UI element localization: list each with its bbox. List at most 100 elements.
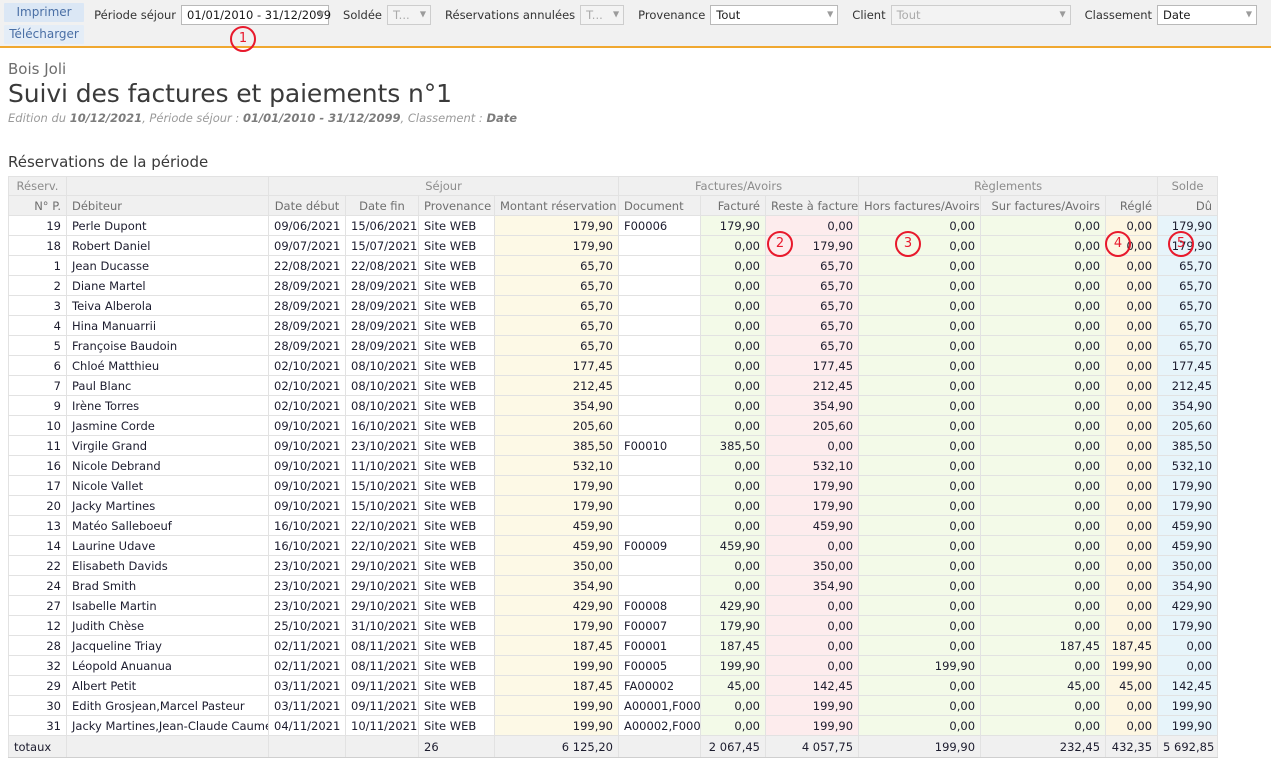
cell-montant-reservation: 177,45	[495, 356, 619, 376]
cell-facture: 0,00	[701, 256, 766, 276]
table-row[interactable]: 7Paul Blanc02/10/202108/10/2021Site WEB2…	[9, 376, 1218, 396]
table-row[interactable]: 13Matéo Salleboeuf16/10/202122/10/2021Si…	[9, 516, 1218, 536]
cell-regle: 0,00	[1106, 516, 1158, 536]
cell-sur-factures-avoirs: 0,00	[981, 576, 1106, 596]
table-row[interactable]: 6Chloé Matthieu02/10/202108/10/2021Site …	[9, 356, 1218, 376]
cell-facture: 0,00	[701, 316, 766, 336]
table-row[interactable]: 10Jasmine Corde09/10/202116/10/2021Site …	[9, 416, 1218, 436]
col-header-date-debut[interactable]: Date début	[269, 196, 346, 216]
table-row[interactable]: 5Françoise Baudoin28/09/202128/09/2021Si…	[9, 336, 1218, 356]
filter-provenance-select[interactable]: Tout ▼	[710, 5, 838, 25]
filter-classement-select[interactable]: Date ▼	[1157, 5, 1257, 25]
totals-hors: 199,90	[859, 736, 981, 758]
filter-periode-sejour-select[interactable]: 01/01/2010 - 31/12/2099 ▼	[181, 5, 329, 25]
section-title: Réservations de la période	[8, 153, 1263, 171]
page-title: Suivi des factures et paiements n°1	[8, 79, 1263, 108]
cell-no-p: 18	[9, 236, 67, 256]
print-button[interactable]: Imprimer	[4, 3, 84, 22]
table-row[interactable]: 1Jean Ducasse22/08/202122/08/2021Site WE…	[9, 256, 1218, 276]
cell-reste-a-facturer: 532,10	[766, 456, 859, 476]
col-header-provenance[interactable]: Provenance	[419, 196, 495, 216]
cell-document	[619, 416, 701, 436]
cell-date-fin: 31/10/2021	[346, 616, 419, 636]
cell-date-fin: 08/10/2021	[346, 396, 419, 416]
col-header-regle[interactable]: Réglé	[1106, 196, 1158, 216]
table-row[interactable]: 18Robert Daniel09/07/202115/07/2021Site …	[9, 236, 1218, 256]
cell-du: 179,90	[1158, 496, 1218, 516]
cell-regle: 0,00	[1106, 236, 1158, 256]
cell-regle: 0,00	[1106, 716, 1158, 736]
table-row[interactable]: 17Nicole Vallet09/10/202115/10/2021Site …	[9, 476, 1218, 496]
cell-facture: 179,90	[701, 216, 766, 236]
table-row[interactable]: 28Jacqueline Triay02/11/202108/11/2021Si…	[9, 636, 1218, 656]
cell-reste-a-facturer: 0,00	[766, 536, 859, 556]
cell-hors-factures-avoirs: 0,00	[859, 556, 981, 576]
cell-document	[619, 396, 701, 416]
table-row[interactable]: 4Hina Manuarrii28/09/202128/09/2021Site …	[9, 316, 1218, 336]
cell-provenance: Site WEB	[419, 556, 495, 576]
cell-date-debut: 22/08/2021	[269, 256, 346, 276]
cell-debiteur: Robert Daniel	[67, 236, 269, 256]
cell-sur-factures-avoirs: 0,00	[981, 356, 1106, 376]
download-button[interactable]: Télécharger	[4, 25, 84, 44]
cell-document	[619, 456, 701, 476]
cell-no-p: 27	[9, 596, 67, 616]
cell-date-fin: 08/11/2021	[346, 636, 419, 656]
col-header-reste-a-facturer[interactable]: Reste à facturer	[766, 196, 859, 216]
table-row[interactable]: 11Virgile Grand09/10/202123/10/2021Site …	[9, 436, 1218, 456]
filter-soldee-select[interactable]: T... ▼	[387, 5, 431, 25]
table-row[interactable]: 2Diane Martel28/09/202128/09/2021Site WE…	[9, 276, 1218, 296]
table-row[interactable]: 30Edith Grosjean,Marcel Pasteur03/11/202…	[9, 696, 1218, 716]
col-header-montant-reservation[interactable]: Montant réservation	[495, 196, 619, 216]
cell-du: 385,50	[1158, 436, 1218, 456]
cell-no-p: 11	[9, 436, 67, 456]
table-row[interactable]: 32Léopold Anuanua02/11/202108/11/2021Sit…	[9, 656, 1218, 676]
cell-no-p: 17	[9, 476, 67, 496]
cell-document	[619, 496, 701, 516]
filter-periode-sejour-value: 01/01/2010 - 31/12/2099	[187, 8, 331, 22]
col-header-facture[interactable]: Facturé	[701, 196, 766, 216]
cell-no-p: 29	[9, 676, 67, 696]
cell-date-debut: 02/10/2021	[269, 396, 346, 416]
table-row[interactable]: 22Elisabeth Davids23/10/202129/10/2021Si…	[9, 556, 1218, 576]
col-header-sur-factures-avoirs[interactable]: Sur factures/Avoirs	[981, 196, 1106, 216]
cell-regle: 0,00	[1106, 496, 1158, 516]
cell-debiteur: Isabelle Martin	[67, 596, 269, 616]
table-row[interactable]: 19Perle Dupont09/06/202115/06/2021Site W…	[9, 216, 1218, 236]
col-header-du[interactable]: Dû	[1158, 196, 1218, 216]
cell-montant-reservation: 385,50	[495, 436, 619, 456]
col-header-document[interactable]: Document	[619, 196, 701, 216]
col-header-debiteur[interactable]: Débiteur	[67, 196, 269, 216]
table-row[interactable]: 12Judith Chèse25/10/202131/10/2021Site W…	[9, 616, 1218, 636]
filter-client-select[interactable]: Tout ▼	[891, 5, 1071, 25]
cell-document	[619, 376, 701, 396]
cell-montant-reservation: 354,90	[495, 576, 619, 596]
table-row[interactable]: 31Jacky Martines,Jean-Claude Caume04/11/…	[9, 716, 1218, 736]
filter-reservations-annulees-select[interactable]: T... ▼	[580, 5, 624, 25]
cell-provenance: Site WEB	[419, 336, 495, 356]
table-row[interactable]: 9Irène Torres02/10/202108/10/2021Site WE…	[9, 396, 1218, 416]
filter-label-client: Client	[852, 8, 885, 22]
table-row[interactable]: 29Albert Petit03/11/202109/11/2021Site W…	[9, 676, 1218, 696]
col-header-no-p[interactable]: N° P.	[9, 196, 67, 216]
table-row[interactable]: 24Brad Smith23/10/202129/10/2021Site WEB…	[9, 576, 1218, 596]
cell-du: 532,10	[1158, 456, 1218, 476]
col-header-date-fin[interactable]: Date fin	[346, 196, 419, 216]
cell-sur-factures-avoirs: 0,00	[981, 616, 1106, 636]
table-row[interactable]: 3Teiva Alberola28/09/202128/09/2021Site …	[9, 296, 1218, 316]
col-header-hors-factures-avoirs[interactable]: Hors factures/Avoirs	[859, 196, 981, 216]
totals-date-debut	[269, 736, 346, 758]
table-row[interactable]: 14Laurine Udave16/10/202122/10/2021Site …	[9, 536, 1218, 556]
group-header-solde: Solde	[1158, 177, 1218, 196]
cell-regle: 45,00	[1106, 676, 1158, 696]
cell-document: F00008	[619, 596, 701, 616]
table-row[interactable]: 20Jacky Martines09/10/202115/10/2021Site…	[9, 496, 1218, 516]
cell-debiteur: Albert Petit	[67, 676, 269, 696]
cell-sur-factures-avoirs: 0,00	[981, 536, 1106, 556]
cell-debiteur: Diane Martel	[67, 276, 269, 296]
cell-provenance: Site WEB	[419, 656, 495, 676]
table-row[interactable]: 27Isabelle Martin23/10/202129/10/2021Sit…	[9, 596, 1218, 616]
cell-regle: 0,00	[1106, 316, 1158, 336]
table-column-header-row: N° P. Débiteur Date début Date fin Prove…	[9, 196, 1218, 216]
table-row[interactable]: 16Nicole Debrand09/10/202111/10/2021Site…	[9, 456, 1218, 476]
